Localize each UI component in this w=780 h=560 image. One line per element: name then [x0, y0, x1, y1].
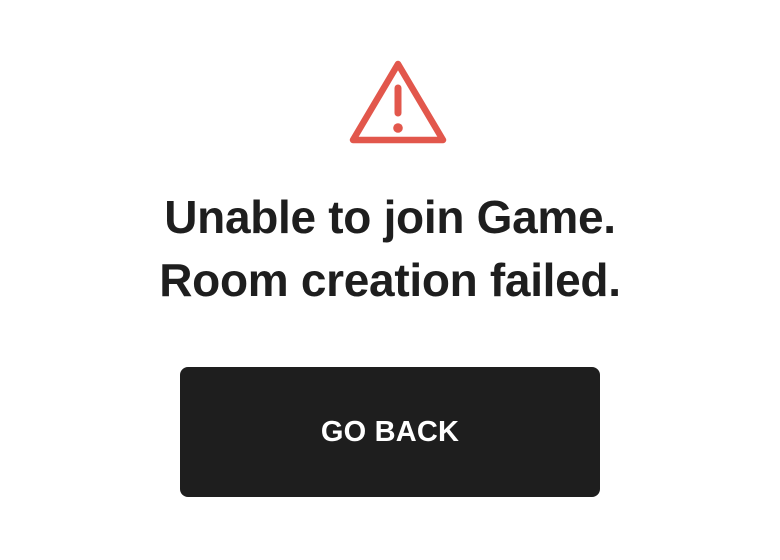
warning-triangle-icon — [349, 60, 447, 144]
error-message: Unable to join Game. Room creation faile… — [0, 186, 780, 312]
go-back-button[interactable]: GO BACK — [180, 367, 600, 497]
error-screen: Unable to join Game. Room creation faile… — [0, 0, 780, 560]
error-message-line-2: Room creation failed. — [159, 254, 621, 306]
error-message-line-1: Unable to join Game. — [164, 191, 616, 243]
